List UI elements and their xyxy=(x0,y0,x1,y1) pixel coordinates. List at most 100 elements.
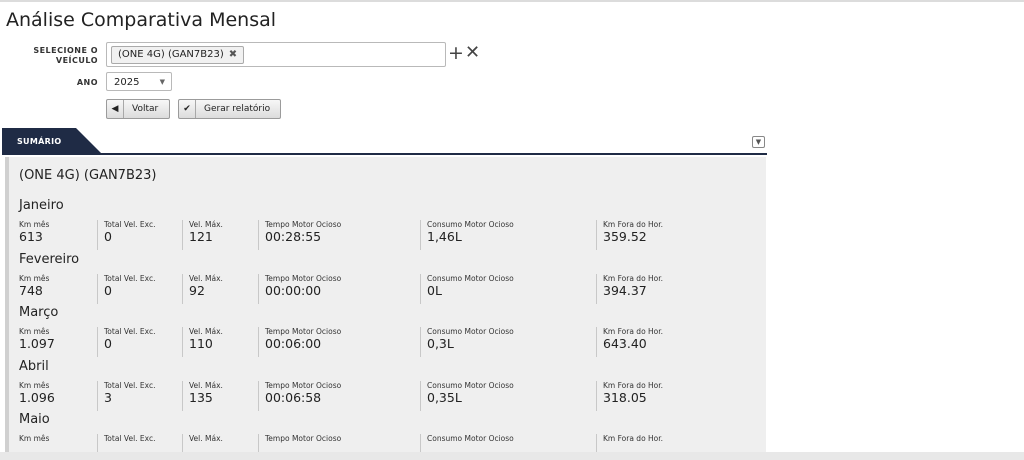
metric-value: 00:06:58 xyxy=(265,389,322,405)
month-row: Fevereiro Km mês 748 Total Vel. Exc. 0 Vel. M… xyxy=(9,252,766,306)
metric-label: Vel. Máx. xyxy=(189,327,223,336)
metric-value: 1,46L xyxy=(427,229,462,244)
metric-km-off-hours: Km Fora do Hor. 643.40 xyxy=(596,327,663,357)
check-icon: ✔ xyxy=(179,100,196,118)
metric-label: Tempo Motor Ocioso xyxy=(265,327,342,336)
metric-idle-time: Tempo Motor Ocioso 00:00:00 xyxy=(258,273,342,304)
metric-speed-exc: Total Vel. Exc. 0 xyxy=(97,273,156,304)
metric-idle-time: Tempo Motor Ocioso 00:06:58 xyxy=(258,380,342,411)
metric-km: Km mês 613 xyxy=(19,220,49,250)
year-select[interactable]: 2025 ▼ xyxy=(106,72,172,91)
metric-label: Km Fora do Hor. xyxy=(603,434,664,443)
metric-km: Km mês 1.096 xyxy=(19,381,55,411)
metric-label: Tempo Motor Ocioso xyxy=(265,220,342,229)
remove-chip-icon[interactable]: ✖ xyxy=(229,47,237,63)
metric-label: Km Fora do Hor. xyxy=(603,273,664,283)
metric-idle-consumption: Consumo Motor Ocioso 1,46L xyxy=(420,220,514,250)
metric-speed-exc: Total Vel. Exc. 0 xyxy=(97,327,155,357)
month-name: Março xyxy=(19,305,59,320)
year-field-label: ANO xyxy=(76,78,98,87)
metric-value: 121 xyxy=(189,229,213,244)
metric-label: Total Vel. Exc. xyxy=(104,273,156,283)
metric-label: Km mês xyxy=(19,380,50,390)
metric-max-speed: Vel. Máx. 121 xyxy=(182,220,223,250)
metric-value: 1.097 xyxy=(19,336,55,351)
metric-label: Consumo Motor Ocioso xyxy=(427,220,514,229)
metric-label: Km Fora do Hor. xyxy=(603,380,664,390)
metric-value: 00:28:55 xyxy=(265,229,322,244)
metric-label: Consumo Motor Ocioso xyxy=(427,380,514,390)
metric-label: Km Fora do Hor. xyxy=(603,327,664,336)
month-name: Janeiro xyxy=(19,198,64,213)
metric-value: 0 xyxy=(104,229,112,244)
metric-value: 748 xyxy=(19,282,43,298)
metric-label: Consumo Motor Ocioso xyxy=(427,273,514,283)
metric-max-speed: Vel. Máx. 135 xyxy=(182,380,223,411)
metric-label: Km mês xyxy=(19,327,50,336)
top-border xyxy=(0,0,1024,2)
metric-label: Km mês xyxy=(19,273,50,283)
metric-label: Total Vel. Exc. xyxy=(104,380,156,390)
metric-label: Total Vel. Exc. xyxy=(104,434,156,443)
metric-value: 0L xyxy=(427,282,442,298)
year-value: 2025 xyxy=(114,77,140,88)
metric-label: Total Vel. Exc. xyxy=(104,220,156,229)
metric-label: Tempo Motor Ocioso xyxy=(265,273,342,283)
metric-km: Km mês 1.097 xyxy=(19,327,55,357)
month-row: Março Km mês 1.097 Total Vel. Exc. 0 Vel. Máx… xyxy=(9,305,766,359)
metric-km-off-hours: Km Fora do Hor. 359.52 xyxy=(596,220,663,250)
generate-report-label: Gerar relatório xyxy=(204,104,271,114)
vehicle-multiselect[interactable]: (ONE 4G) (GAN7B23) ✖ xyxy=(106,42,446,67)
metric-value: 613 xyxy=(19,229,43,244)
collapse-chevron-icon[interactable]: ▼ xyxy=(752,136,765,148)
clear-vehicles-icon[interactable]: ✕ xyxy=(465,43,480,63)
metric-idle-consumption: Consumo Motor Ocioso 0,35L xyxy=(420,380,514,411)
metric-idle-time: Tempo Motor Ocioso 00:28:55 xyxy=(258,220,341,250)
metric-label: Vel. Máx. xyxy=(189,273,223,283)
metric-value: 0,35L xyxy=(427,389,462,405)
month-row: Janeiro Km mês 613 Total Vel. Exc. 0 Vel. Máx… xyxy=(9,198,766,252)
arrow-left-icon: ◀ xyxy=(107,100,124,118)
vehicle-label-line2: VEÍCULO xyxy=(55,56,98,65)
metric-speed-exc: Total Vel. Exc. 0 xyxy=(97,220,155,250)
summary-tab[interactable]: SUMÁRIO xyxy=(2,128,102,154)
metric-label: Total Vel. Exc. xyxy=(104,327,156,336)
metric-value: 643.40 xyxy=(603,336,647,351)
caret-down-icon: ▼ xyxy=(159,78,165,86)
metric-km: Km mês 748 xyxy=(19,274,49,304)
metric-idle-consumption: Consumo Motor Ocioso 0L xyxy=(420,273,514,304)
metric-label: Consumo Motor Ocioso xyxy=(427,327,514,336)
metric-label: Km mês xyxy=(19,220,50,229)
metric-idle-consumption: Consumo Motor Ocioso 0,3L xyxy=(420,327,514,357)
vehicle-chip-label: (ONE 4G) (GAN7B23) xyxy=(118,49,224,60)
vehicle-field-label: SELECIONE O VEÍCULO xyxy=(30,46,98,66)
metric-label: Km Fora do Hor. xyxy=(603,220,664,229)
metric-value: 1.096 xyxy=(19,389,55,405)
metric-value: 3 xyxy=(104,389,112,405)
metric-label: Consumo Motor Ocioso xyxy=(427,434,514,443)
month-name: Maio xyxy=(19,412,50,427)
metric-label: Vel. Máx. xyxy=(189,434,223,443)
summary-divider xyxy=(2,153,767,155)
summary-panel: (ONE 4G) (GAN7B23) Janeiro Km mês 613 Total… xyxy=(5,157,766,460)
horizontal-scrollbar[interactable] xyxy=(0,452,1024,460)
back-button[interactable]: ◀ Voltar xyxy=(106,99,170,119)
metric-value: 00:06:00 xyxy=(265,336,322,351)
add-vehicle-icon[interactable]: + xyxy=(448,43,464,63)
vehicle-label-line1: SELECIONE O xyxy=(33,46,98,55)
metric-value: 92 xyxy=(189,282,205,298)
generate-report-button[interactable]: ✔ Gerar relatório xyxy=(178,99,281,119)
metric-max-speed: Vel. Máx. 110 xyxy=(182,327,223,357)
metric-label: Tempo Motor Ocioso xyxy=(265,380,342,390)
metric-speed-exc: Total Vel. Exc. 3 xyxy=(97,380,156,411)
metric-label: Vel. Máx. xyxy=(189,380,223,390)
back-button-label: Voltar xyxy=(132,104,159,114)
page-title: Análise Comparativa Mensal xyxy=(6,9,277,31)
metric-km-off-hours: Km Fora do Hor. 394.37 xyxy=(596,273,664,304)
metric-value: 0 xyxy=(104,282,112,298)
metric-value: 00:00:00 xyxy=(265,282,322,298)
metric-value: 0,3L xyxy=(427,336,454,351)
metric-max-speed: Vel. Máx. 92 xyxy=(182,273,223,304)
metric-label: Tempo Motor Ocioso xyxy=(265,434,342,443)
metric-value: 0 xyxy=(104,336,112,351)
